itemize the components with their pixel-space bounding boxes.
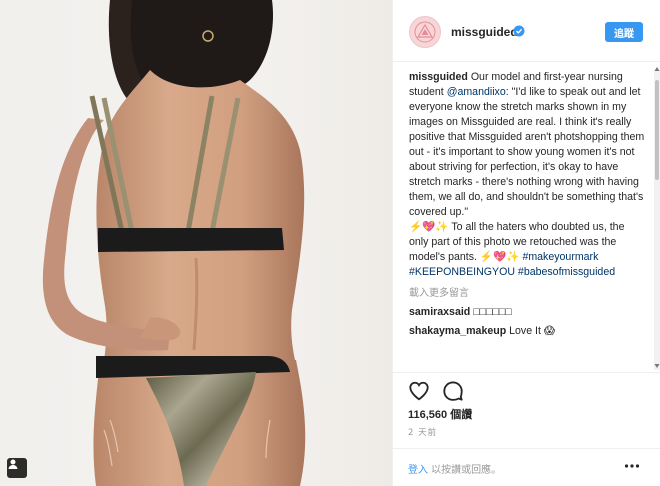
post-actions: [408, 380, 644, 402]
post-timestamp[interactable]: 2 天前: [408, 426, 437, 438]
login-link[interactable]: 登入: [408, 465, 428, 476]
caption-text-body: : "I'd like to speak out and let everyon…: [409, 86, 645, 263]
mention-link[interactable]: @amandiixo: [447, 86, 506, 98]
post-footer: 登入 以按讚或回應。: [392, 448, 660, 486]
model-back-illustration: [42, 0, 306, 486]
comments-section: missguided Our model and first-year nurs…: [409, 70, 645, 370]
more-dots-icon[interactable]: [624, 463, 640, 469]
user-tag-icon[interactable]: [7, 458, 27, 478]
hashtag-link[interactable]: #KEEPONBEINGYOU: [409, 266, 515, 278]
follow-button[interactable]: 追蹤: [605, 22, 643, 42]
verified-badge-icon: [513, 25, 525, 37]
comment-item: samiraxsaid □□□□□□: [409, 305, 645, 320]
post-photo[interactable]: [0, 0, 392, 486]
login-prompt-text: 以按讚或回應。: [428, 465, 502, 476]
missguided-logo-icon: [414, 21, 436, 43]
login-prompt: 登入 以按讚或回應。: [408, 461, 501, 476]
post-caption: missguided Our model and first-year nurs…: [409, 70, 645, 280]
comment-username[interactable]: samiraxsaid: [409, 306, 470, 318]
scroll-down-arrow-icon[interactable]: [654, 363, 660, 369]
heart-icon[interactable]: [408, 380, 430, 402]
avatar[interactable]: [409, 16, 441, 48]
comment-username[interactable]: shakayma_makeup: [409, 325, 506, 337]
load-more-comments-link[interactable]: 載入更多留言: [409, 286, 645, 301]
comment-item: shakayma_makeup Love It 😱: [409, 324, 645, 339]
comments-scrollbar-thumb[interactable]: [655, 80, 659, 180]
username-link[interactable]: missguided: [451, 25, 518, 39]
comment-text: Love It 😱: [509, 325, 555, 337]
caption-username[interactable]: missguided: [409, 71, 468, 83]
speech-bubble-icon[interactable]: [442, 380, 464, 402]
hashtag-link[interactable]: #makeyourmark: [522, 251, 598, 263]
instagram-post-window: missguided 追蹤 missguided Our model and f…: [0, 0, 660, 486]
divider: [392, 372, 660, 373]
like-count[interactable]: 116,560 個讚: [408, 406, 472, 422]
hashtag-link[interactable]: #babesofmissguided: [518, 266, 615, 278]
comment-text: □□□□□□: [473, 306, 512, 318]
post-header: missguided 追蹤: [393, 0, 660, 62]
scroll-up-arrow-icon[interactable]: [654, 66, 660, 72]
